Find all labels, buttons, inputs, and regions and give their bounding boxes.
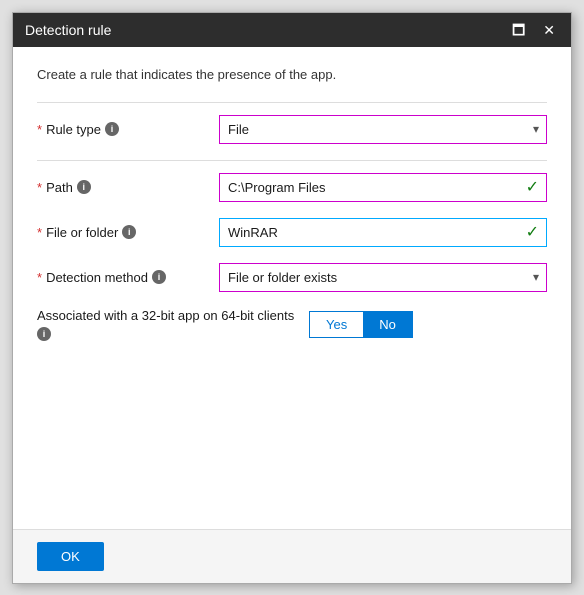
path-label: * Path i <box>37 180 207 195</box>
detection-method-info-icon[interactable]: i <box>152 270 166 284</box>
path-control: ✓ <box>219 173 547 202</box>
detection-method-row: * Detection method i File or folder exis… <box>37 263 547 292</box>
file-or-folder-required: * <box>37 225 42 240</box>
rule-type-info-icon[interactable]: i <box>105 122 119 136</box>
detection-method-label-text: Detection method <box>46 270 148 285</box>
detection-method-select[interactable]: File or folder exists Date modified Date… <box>219 263 547 292</box>
path-required: * <box>37 180 42 195</box>
associated-32bit-label-text: Associated with a 32-bit app on 64-bit c… <box>37 308 294 323</box>
rule-type-label: * Rule type i <box>37 122 207 137</box>
yes-button[interactable]: Yes <box>310 312 363 337</box>
detection-method-label: * Detection method i <box>37 270 207 285</box>
rule-type-control: File Registry MSI Script ▾ <box>219 115 547 144</box>
rule-type-select[interactable]: File Registry MSI Script <box>219 115 547 144</box>
minimize-button[interactable]: 🗖 <box>508 21 529 39</box>
associated-32bit-row: Associated with a 32-bit app on 64-bit c… <box>37 308 547 341</box>
rule-type-label-text: Rule type <box>46 122 101 137</box>
dialog-content: Create a rule that indicates the presenc… <box>13 47 571 529</box>
close-button[interactable]: ✕ <box>539 21 559 39</box>
associated-32bit-label: Associated with a 32-bit app on 64-bit c… <box>37 308 297 341</box>
rule-type-row: * Rule type i File Registry MSI Script ▾ <box>37 115 547 144</box>
detection-method-control: File or folder exists Date modified Date… <box>219 263 547 292</box>
file-or-folder-row: * File or folder i ✓ <box>37 218 547 247</box>
titlebar-controls: 🗖 ✕ <box>508 21 559 39</box>
dialog-footer: OK <box>13 529 571 583</box>
path-row: * Path i ✓ <box>37 173 547 202</box>
file-or-folder-label-text: File or folder <box>46 225 118 240</box>
file-or-folder-info-icon[interactable]: i <box>122 225 136 239</box>
path-info-icon[interactable]: i <box>77 180 91 194</box>
dialog-title: Detection rule <box>25 22 111 38</box>
path-label-text: Path <box>46 180 73 195</box>
file-or-folder-input[interactable] <box>219 218 547 247</box>
divider-mid <box>37 160 547 161</box>
file-or-folder-label: * File or folder i <box>37 225 207 240</box>
file-or-folder-control: ✓ <box>219 218 547 247</box>
ok-button[interactable]: OK <box>37 542 104 571</box>
dialog-description: Create a rule that indicates the presenc… <box>37 67 547 82</box>
path-input[interactable] <box>219 173 547 202</box>
detection-rule-dialog: Detection rule 🗖 ✕ Create a rule that in… <box>12 12 572 584</box>
no-button[interactable]: No <box>363 312 412 337</box>
titlebar: Detection rule 🗖 ✕ <box>13 13 571 47</box>
associated-32bit-toggle: Yes No <box>309 311 413 338</box>
divider-top <box>37 102 547 103</box>
detection-method-required: * <box>37 270 42 285</box>
associated-32bit-info-icon[interactable]: i <box>37 327 51 341</box>
rule-type-required: * <box>37 122 42 137</box>
